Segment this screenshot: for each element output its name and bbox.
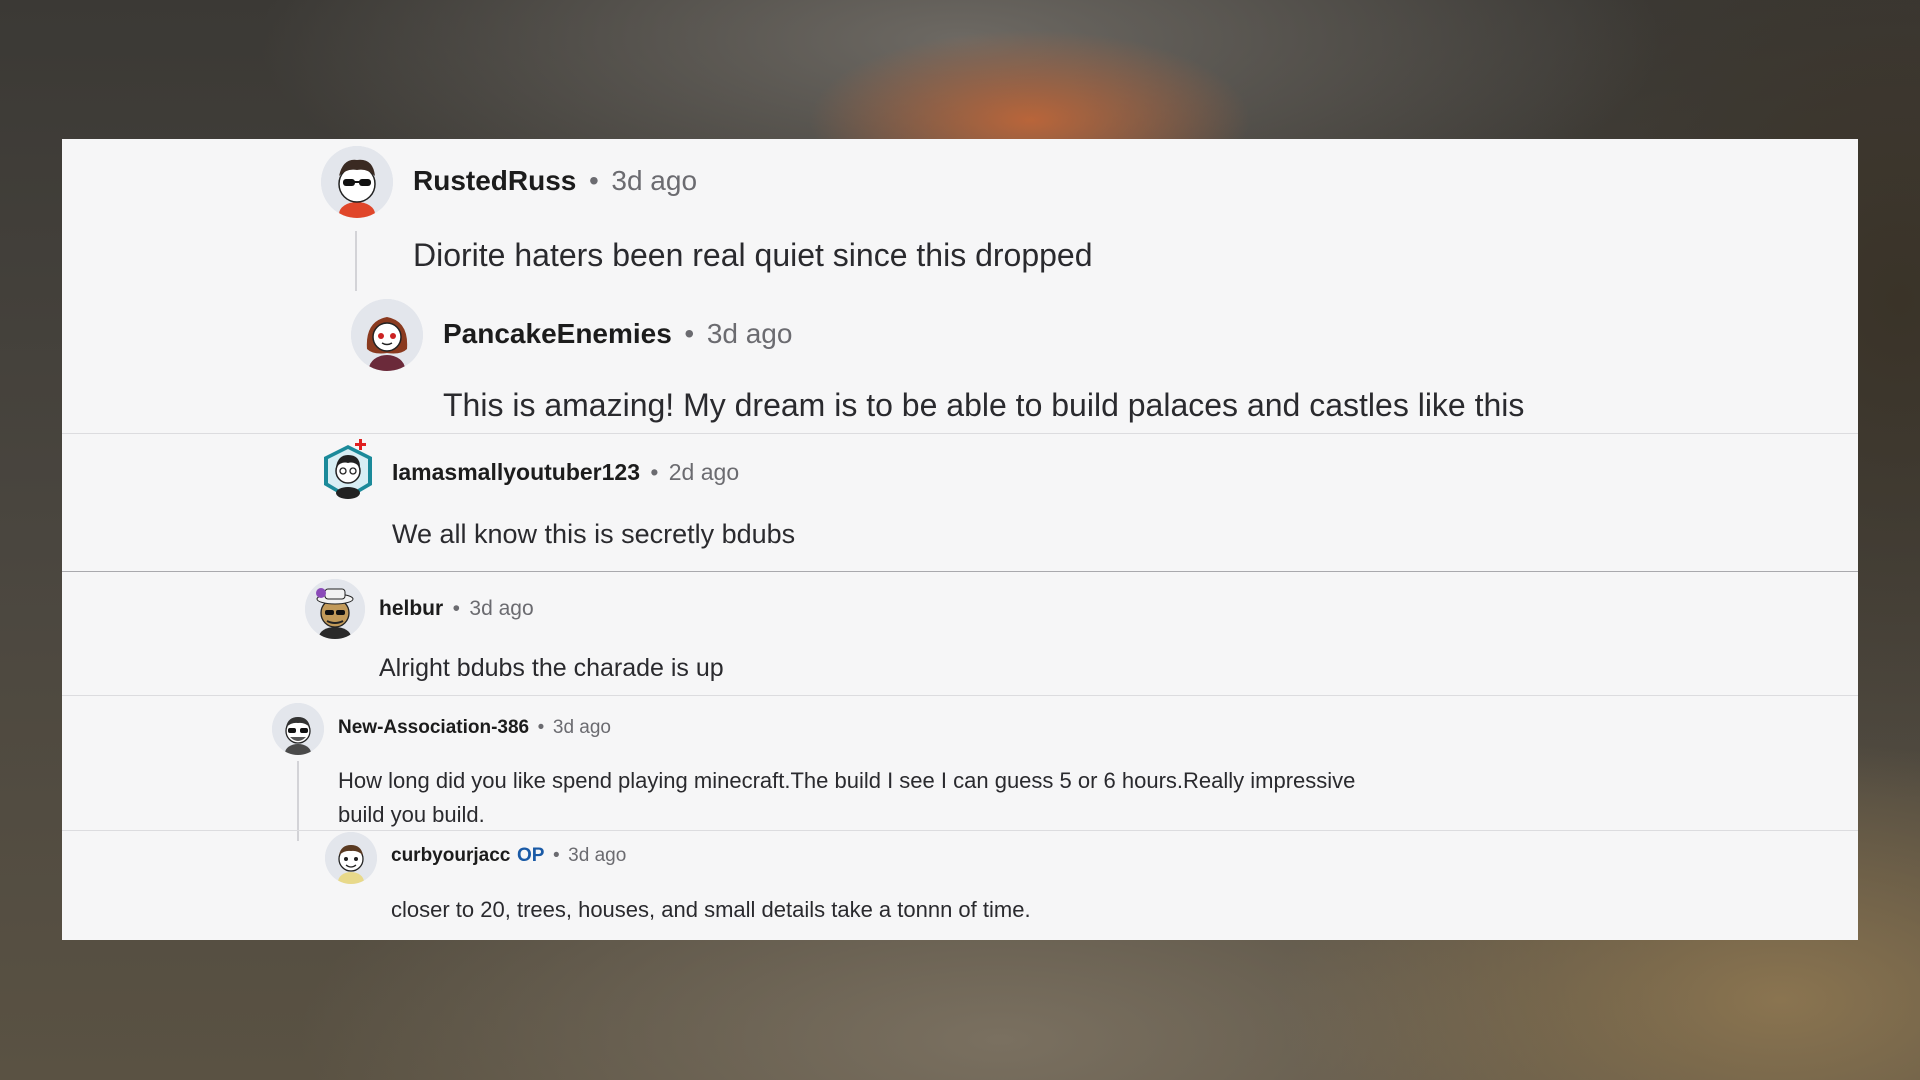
separator-dot: •	[452, 597, 460, 620]
comment-text: Diorite haters been real quiet since thi…	[413, 237, 1093, 273]
timestamp[interactable]: 2d ago	[669, 459, 739, 486]
reddit-avatar-red-hair-icon	[351, 299, 423, 371]
thread-line[interactable]	[355, 231, 357, 291]
avatar[interactable]	[351, 299, 423, 371]
comment-divider	[62, 571, 1858, 572]
comment-divider	[62, 433, 1858, 434]
timestamp[interactable]: 3d ago	[611, 165, 697, 197]
comment-text: This is amazing! My dream is to be able …	[443, 387, 1525, 423]
comment-meta: PancakeEnemies • 3d ago	[443, 316, 792, 352]
username[interactable]: RustedRuss	[413, 165, 576, 197]
avatar[interactable]	[272, 703, 324, 755]
avatar[interactable]	[305, 579, 365, 639]
reddit-avatar-purple-hat-icon	[305, 579, 365, 639]
timestamp[interactable]: 3d ago	[568, 845, 626, 867]
avatar[interactable]	[325, 832, 377, 884]
timestamp[interactable]: 3d ago	[469, 597, 533, 621]
avatar[interactable]	[318, 437, 378, 505]
comment-text: closer to 20, trees, houses, and small d…	[391, 897, 1031, 922]
separator-dot: •	[650, 458, 659, 485]
op-badge: OP	[516, 845, 545, 866]
thread-line[interactable]	[297, 761, 299, 841]
comment-divider	[62, 695, 1858, 696]
comment-meta: New-Association-386 • 3d ago	[338, 715, 611, 741]
separator-dot: •	[537, 717, 545, 738]
avatar[interactable]	[321, 146, 393, 218]
comment-meta: RustedRuss • 3d ago	[413, 163, 697, 199]
comments-panel: RustedRuss • 3d ago Diorite haters been …	[62, 139, 1858, 940]
reddit-avatar-sunglasses-beard-icon	[272, 703, 324, 755]
timestamp[interactable]: 3d ago	[553, 717, 611, 739]
comment-divider	[62, 830, 1858, 831]
comment-text: Alright bdubs the charade is up	[379, 654, 724, 682]
comment-text-line: How long did you like spend playing mine…	[338, 768, 1356, 793]
username[interactable]: New-Association-386	[338, 717, 529, 739]
username[interactable]: curbyourjacc	[391, 845, 510, 867]
username[interactable]: helbur	[379, 597, 443, 621]
reddit-avatar-sunglasses-icon	[321, 146, 393, 218]
comment-meta: curbyourjacc OP • 3d ago	[391, 843, 626, 869]
separator-dot: •	[588, 165, 599, 196]
separator-dot: •	[684, 318, 695, 349]
username[interactable]: PancakeEnemies	[443, 318, 672, 350]
comment-text-line: build you build.	[338, 802, 485, 827]
reddit-avatar-hexagon-nft-icon	[324, 439, 372, 499]
comment-meta: Iamasmallyoutuber123 • 2d ago	[392, 457, 739, 487]
username[interactable]: Iamasmallyoutuber123	[392, 459, 640, 486]
comment-text: We all know this is secretly bdubs	[392, 519, 796, 549]
reddit-avatar-yellow-shirt-icon	[325, 832, 377, 884]
comment-meta: helbur • 3d ago	[379, 595, 534, 623]
timestamp[interactable]: 3d ago	[707, 318, 793, 350]
separator-dot: •	[552, 845, 560, 866]
